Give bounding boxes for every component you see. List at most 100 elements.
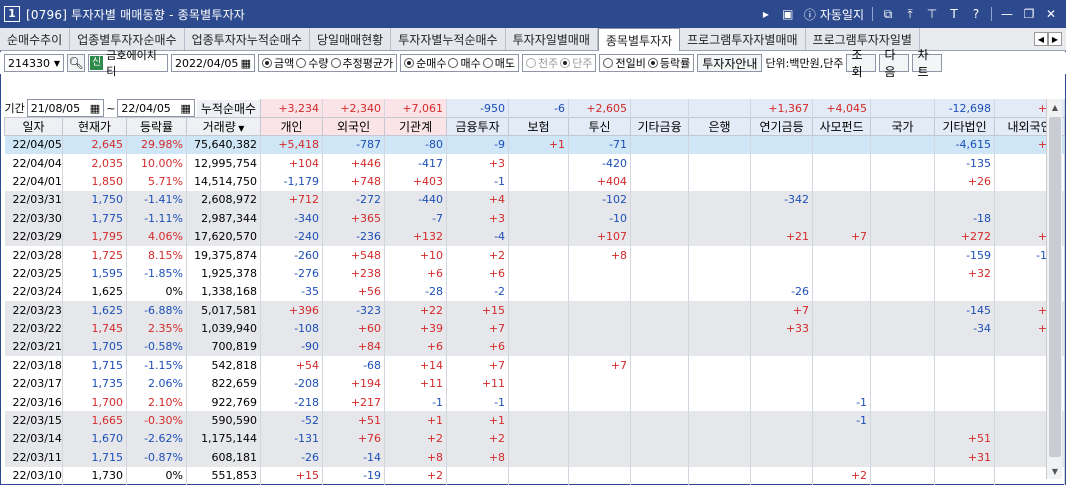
column-header-9[interactable]: 투신 xyxy=(568,117,632,136)
table-cell: -417 xyxy=(384,153,448,173)
help-icon[interactable]: ? xyxy=(969,7,983,21)
table-cell xyxy=(934,374,996,393)
search-button[interactable]: 조회 xyxy=(846,48,877,79)
tab-2[interactable]: 업종투자자누적순매수 xyxy=(184,28,310,50)
link-icon[interactable]: ⧉ xyxy=(881,7,895,22)
lot-radio-1[interactable]: 단주 xyxy=(560,55,592,71)
table-row[interactable]: 22/04/01 1,850 5.71% 14,514,750 -1,179 +748 +4… xyxy=(4,172,1066,191)
column-header-15[interactable]: 기타법인 xyxy=(934,117,996,136)
column-header-14[interactable]: 국가 xyxy=(870,117,936,136)
tab-4[interactable]: 투자자별누적순매수 xyxy=(391,28,506,50)
table-row[interactable]: 22/03/22 1,745 2.35% 1,039,940 -108 +60 +39 +7 +… xyxy=(4,319,1066,338)
chevron-down-icon[interactable]: ▼ xyxy=(54,59,60,68)
table-row[interactable]: 22/03/28 1,725 8.15% 19,375,874 -260 +548 +10 +… xyxy=(4,245,1066,265)
table-row[interactable]: 22/03/161,7002.10%922,769-218+217-1-1-1+… xyxy=(4,392,1066,412)
stock-code-input[interactable]: 214330 ▼ xyxy=(4,54,64,72)
sort-down-icon[interactable]: ▼ xyxy=(236,124,244,133)
radio-dot-icon xyxy=(603,58,614,68)
lot-radio-0[interactable]: 천주 xyxy=(525,55,558,71)
column-header-4[interactable]: 개인 xyxy=(260,117,324,136)
unit-radio-0[interactable]: 금액 xyxy=(262,55,294,71)
column-header-7[interactable]: 금융투자 xyxy=(446,117,510,136)
table-cell: 22/04/04 xyxy=(4,153,63,173)
screen-icon[interactable]: ▣ xyxy=(781,7,795,21)
tab-7[interactable]: 프로그램투자자별매매 xyxy=(680,28,806,50)
restore-icon[interactable]: ❐ xyxy=(1022,7,1036,21)
date-input[interactable]: 2022/04/05 ▦ xyxy=(171,54,255,72)
table-row[interactable]: 22/03/23 1,625 -6.88% 5,017,581 +396 -323 +22 +… xyxy=(4,301,1066,320)
close-icon[interactable]: ✕ xyxy=(1044,7,1058,21)
table-row[interactable]: 22/03/21 1,705 -0.58% 700,819 -90 +84 +6 +6 xyxy=(4,337,1066,357)
unit-radio-2[interactable]: 추정평균가 xyxy=(330,55,393,71)
column-header-8[interactable]: 보험 xyxy=(508,117,570,136)
rate-radio-0[interactable]: 전일비 xyxy=(603,55,646,71)
scroll-down-icon[interactable]: ▼ xyxy=(1047,463,1063,479)
tab-0[interactable]: 순매수추이 xyxy=(0,28,71,50)
rate-radio-1[interactable]: 등락률 xyxy=(647,55,690,71)
period-from-input[interactable]: 21/08/05 ▦ xyxy=(26,99,105,117)
table-row[interactable]: 22/03/25 1,595 -1.85% 1,925,378 -276 +238 +6 +6… xyxy=(4,264,1066,283)
table-row[interactable]: 22/03/101,7300%551,853+15-19+2+2+2 xyxy=(4,466,1066,485)
table-cell: 542,818 xyxy=(186,356,262,375)
table-cell: +14 xyxy=(384,356,448,375)
chart-button[interactable]: 차트 xyxy=(912,48,943,79)
column-header-5[interactable]: 외국인 xyxy=(322,117,386,136)
investor-guide-button[interactable]: 투자자안내 xyxy=(697,54,763,72)
next-button[interactable]: 다음 xyxy=(879,48,910,79)
up-arrow-icon[interactable]: ⤒ xyxy=(903,7,917,22)
pin-icon[interactable]: ⊤ xyxy=(925,7,939,21)
table-cell xyxy=(812,135,872,154)
table-cell xyxy=(934,190,996,210)
column-header-11[interactable]: 은행 xyxy=(688,117,752,136)
column-header-10[interactable]: 기타금융 xyxy=(630,117,690,136)
info-icon: ⓘ xyxy=(803,7,816,22)
stock-name-field[interactable]: 신 금호에이치티 xyxy=(88,49,168,78)
search-icon[interactable]: 🔍︎ xyxy=(67,54,85,72)
table-row[interactable]: 22/03/18 1,715 -1.15% 542,818 +54 -68 +14 +7 +7 xyxy=(4,356,1066,375)
table-row[interactable]: 22/04/04 2,035 10.00% 12,995,754 +104 +446 -41… xyxy=(4,153,1066,173)
scroll-thumb[interactable] xyxy=(1049,117,1061,457)
table-row[interactable]: 22/03/31 1,750 -1.41% 2,608,972 +712 -272 -440… xyxy=(4,190,1066,210)
tab-5[interactable]: 투자자일별매매 xyxy=(505,28,598,50)
calendar-icon[interactable]: ▦ xyxy=(180,102,190,115)
table-cell xyxy=(568,374,632,393)
column-header-13[interactable]: 사모펀드 xyxy=(812,117,872,136)
column-header-0[interactable]: 일자 xyxy=(4,117,63,136)
calendar-icon[interactable]: ▦ xyxy=(241,57,251,70)
play-icon[interactable]: ▸ xyxy=(759,7,773,21)
tab-scroll-right-icon[interactable]: ▶ xyxy=(1048,32,1062,46)
column-header-6[interactable]: 기관계 xyxy=(384,117,448,136)
scroll-up-icon[interactable]: ▲ xyxy=(1047,99,1063,115)
trade-radio-0[interactable]: 순매수 xyxy=(404,55,446,71)
calendar-icon[interactable]: ▦ xyxy=(90,102,100,115)
column-header-1[interactable]: 현재가 xyxy=(62,117,127,136)
period-to-input[interactable]: 22/04/05 ▦ xyxy=(117,99,195,117)
table-cell: 22/04/05 xyxy=(4,135,63,154)
column-header-12[interactable]: 연기금등 xyxy=(750,117,814,136)
tab-3[interactable]: 당일매매현황 xyxy=(309,28,392,50)
column-header-2[interactable]: 등락률 xyxy=(126,117,187,136)
tab-scroll-left-icon[interactable]: ◀ xyxy=(1034,32,1048,46)
table-row[interactable]: 22/04/05 2,645 29.98% 75,640,382 +5,418 -787-… xyxy=(4,135,1066,154)
column-header-3[interactable]: 거래량 ▼ xyxy=(185,117,262,136)
table-row[interactable]: 22/03/14 1,670 -2.62% 1,175,144 -131 +76 +2 +2 +… xyxy=(4,429,1066,449)
minimize-icon[interactable]: — xyxy=(1000,7,1014,21)
trade-radio-2[interactable]: 매도 xyxy=(482,55,515,71)
table-cell xyxy=(750,411,814,430)
auto-log-button[interactable]: ⓘ 자동일지 xyxy=(803,6,864,23)
table-row[interactable]: 22/03/15 1,665 -0.30% 590,590 -52 +51 +1 +1 -1 xyxy=(4,411,1066,430)
font-icon[interactable]: T xyxy=(947,7,961,21)
unit-radio-1[interactable]: 수량 xyxy=(296,55,329,71)
tab-6[interactable]: 종목별투자자 xyxy=(597,28,681,51)
trade-radio-1[interactable]: 매수 xyxy=(448,55,481,71)
table-row[interactable]: 22/03/111,715-0.87%608,181-26-14+8+8+31+… xyxy=(4,448,1066,467)
table-row[interactable]: 22/03/171,7352.06%822,659-208+194+11+11+… xyxy=(4,374,1066,393)
table-cell: +11 xyxy=(446,374,510,393)
table-row[interactable]: 22/03/29 1,795 4.06% 17,620,570 -240 -236 +132… xyxy=(4,227,1066,246)
grid-scrollbar[interactable]: ▲ ▼ xyxy=(1046,99,1062,479)
table-row[interactable]: 22/03/241,6250%1,338,168-35+56-28-2-26+8 xyxy=(4,282,1066,302)
table-cell: +396 xyxy=(260,301,324,320)
table-row[interactable]: 22/03/30 1,775 -1.11% 2,987,344 -340 +365 -7 +3… xyxy=(4,209,1066,228)
table-cell: -1 xyxy=(446,392,510,412)
window-title: [0796] 투자자별 매매동향 - 종목별투자자 xyxy=(26,7,246,22)
